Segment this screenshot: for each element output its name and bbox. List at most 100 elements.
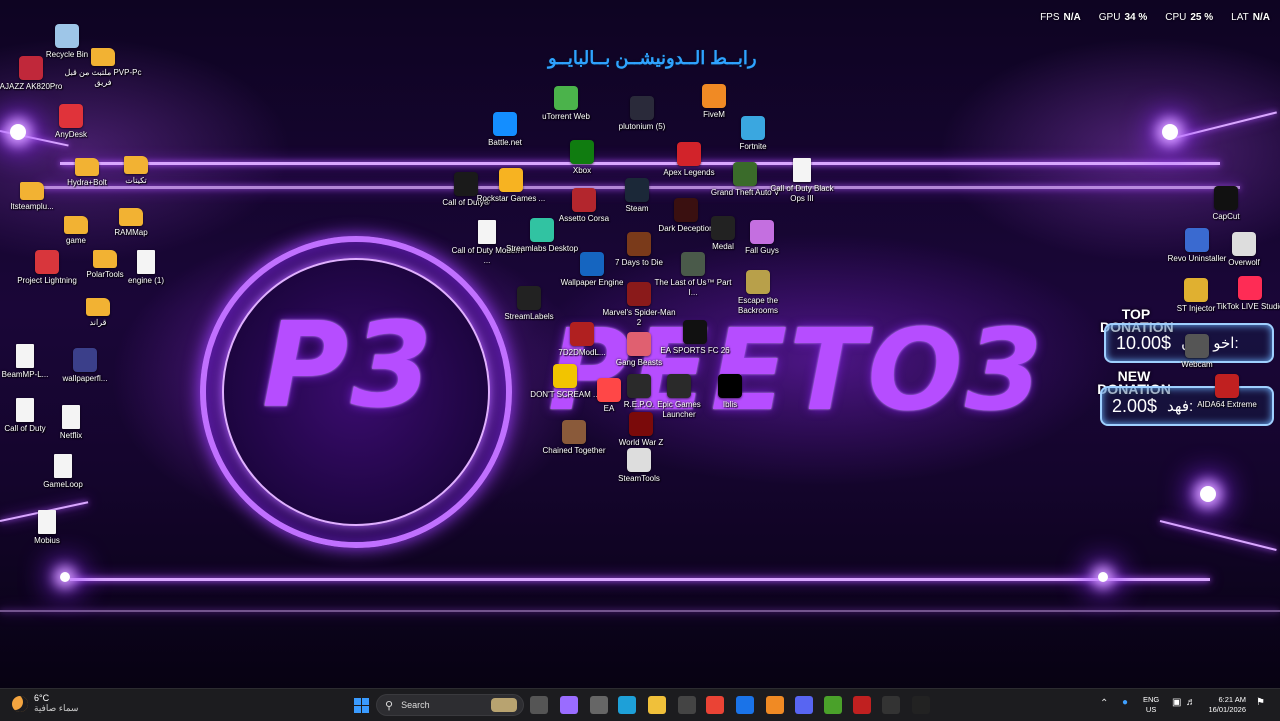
discord-icon[interactable] — [795, 696, 813, 714]
desktop-icon[interactable]: Streamlabs Desktop — [503, 218, 581, 254]
apex-icon — [677, 142, 701, 166]
desktop-icon-label: Chained Together — [542, 446, 606, 455]
copilot-icon[interactable] — [560, 696, 578, 714]
microphone-icon[interactable]: ● — [1122, 697, 1128, 708]
desktop-icon[interactable]: Rockstar Games ... — [472, 168, 550, 204]
desktop-icon[interactable]: TikTok LIVE Studio — [1211, 276, 1280, 312]
logo-text: P3 — [262, 296, 435, 434]
desktop-icon-label: AnyDesk — [54, 130, 87, 139]
mail-icon[interactable] — [736, 696, 754, 714]
desktop-icon-label: StreamLabels — [504, 312, 554, 321]
show-hidden-icons-chevron-icon[interactable]: ⌃ — [1100, 698, 1108, 709]
clock[interactable]: 6:21 AM 16/01/2026 — [1206, 695, 1246, 715]
new-donation-amount: 2.00$ — [1112, 395, 1158, 416]
clock-date: 16/01/2026 — [1208, 705, 1246, 714]
tiktok-icon — [1238, 276, 1262, 300]
desktop-icon[interactable]: AIDA64 Extreme — [1188, 374, 1266, 410]
desktop-icon-label: تكيتات — [125, 176, 147, 185]
desktop-icon[interactable]: EA SPORTS FC 26 — [656, 320, 734, 356]
desktop-icon[interactable]: plutonium (5) — [603, 96, 681, 132]
desktop-icon-label: AIDA64 Extreme — [1197, 400, 1257, 409]
search-box[interactable]: ⚲ Search — [376, 694, 524, 716]
store-icon[interactable] — [678, 696, 696, 714]
keyboard-icon — [19, 56, 43, 80]
weather-moon-icon — [12, 695, 28, 712]
notification-bell-icon[interactable]: ⚑ — [1256, 697, 1265, 708]
document-icon — [137, 250, 155, 274]
performance-overlay: FPS N/A GPU 34 % CPU 25 % LAT N/A — [1040, 12, 1270, 23]
desktop-icon[interactable]: Xbox — [543, 140, 621, 176]
desktop-icon[interactable]: FiveM — [675, 84, 753, 120]
desktop-icon[interactable]: Netflix — [32, 405, 110, 441]
taskbar: 6°C سماء صافية ⚲ Search ⌃ ● ENG US ▣ ♬ 6:… — [0, 688, 1280, 721]
desktop-icon[interactable]: AJAZZ AK820Pro — [0, 56, 70, 92]
minecraft-icon[interactable] — [824, 696, 842, 714]
desktop-icon[interactable]: GameLoop — [24, 454, 102, 490]
gta-icon — [733, 162, 757, 186]
steamtools-icon — [627, 448, 651, 472]
language-indicator[interactable]: ENG US — [1143, 695, 1159, 715]
document-icon — [478, 220, 496, 244]
overwolf-icon — [1232, 232, 1256, 256]
desktop-icon[interactable]: Itsteamplu... — [0, 182, 71, 212]
gpu-stat: GPU 34 % — [1098, 12, 1148, 23]
desktop-icon[interactable]: World War Z — [602, 412, 680, 448]
streamlabels-icon — [517, 286, 541, 310]
weather-temp: 6°C — [34, 693, 50, 703]
streamlabels-icon[interactable] — [912, 696, 930, 714]
folder-icon — [75, 158, 99, 176]
weather-widget[interactable]: 6°C سماء صافية — [12, 693, 78, 714]
backrooms-icon — [746, 270, 770, 294]
desktop-icon[interactable]: Webcam — [1158, 334, 1236, 370]
search-input[interactable]: Search — [401, 700, 430, 710]
folder-icon — [124, 156, 148, 174]
desktop-icon[interactable]: ملتبث من قبل PVP-Pc فريق — [64, 48, 142, 88]
project-lightning-icon — [35, 250, 59, 274]
donation-link-title: رابــط الــدونيشــن بــالبايــو — [548, 48, 757, 68]
desktop-icon-label: CapCut — [1212, 212, 1240, 221]
desktop-icon[interactable]: Escape the Backrooms — [719, 270, 797, 316]
desktop-icon-label: ملتبث من قبل PVP-Pc فريق — [64, 68, 142, 87]
desktop-icon[interactable]: SteamTools — [600, 448, 678, 484]
epic-icon — [667, 374, 691, 398]
wwz-icon — [629, 412, 653, 436]
desktop-icon-label: Iblis — [722, 400, 738, 409]
settings-icon[interactable] — [590, 696, 608, 714]
desktop-icon-label: BeamMP-L... — [1, 370, 49, 379]
desktop-icon[interactable]: engine (1) — [107, 250, 185, 286]
windows-start-icon[interactable] — [352, 696, 370, 714]
fivem-icon[interactable] — [766, 696, 784, 714]
desktop-icon[interactable]: Mobius — [8, 510, 86, 546]
desktop-icon[interactable]: Overwolf — [1205, 232, 1280, 268]
document-icon — [54, 454, 72, 478]
tlou-icon — [681, 252, 705, 276]
volume-icon[interactable]: ♬ — [1186, 697, 1196, 708]
desktop-icon-label: engine (1) — [127, 276, 165, 285]
latency-stat: LAT N/A — [1231, 12, 1270, 23]
desktop-icon-label: Fall Guys — [745, 246, 779, 255]
desktop-icon[interactable]: CapCut — [1187, 186, 1265, 222]
obs-icon[interactable] — [882, 696, 900, 714]
desktop-icon-label: Rockstar Games ... — [476, 194, 546, 203]
desktop-icon-label: Call of Duty Black Ops III — [770, 184, 834, 203]
task-view-icon[interactable] — [530, 696, 548, 714]
edge-icon[interactable] — [618, 696, 636, 714]
voice-icon[interactable] — [853, 696, 871, 714]
desktop-icon[interactable]: RAMMap — [92, 208, 170, 238]
desktop-icon[interactable]: Iblis — [691, 374, 769, 410]
steam-icon — [625, 178, 649, 202]
network-icon[interactable]: ▣ — [1172, 697, 1181, 708]
desktop-icon[interactable]: Call of Duty Black Ops III — [763, 158, 841, 204]
desktop-icon[interactable]: قراند — [59, 298, 137, 328]
desktop-icon-label: Steam — [625, 204, 649, 213]
chrome-icon[interactable] — [706, 696, 724, 714]
assetto-icon — [572, 188, 596, 212]
desktop-icon[interactable]: Battle.net — [466, 112, 544, 148]
desktop-icon[interactable]: AnyDesk — [32, 104, 110, 140]
desktop-icon[interactable]: Fall Guys — [723, 220, 801, 256]
file-explorer-icon[interactable] — [648, 696, 666, 714]
desktop-icon[interactable]: StreamLabels — [490, 286, 568, 322]
iblis-icon — [718, 374, 742, 398]
desktop-icon[interactable]: wallpaperfl... — [46, 348, 124, 384]
desktop-icon[interactable]: تكيتات — [97, 156, 175, 186]
